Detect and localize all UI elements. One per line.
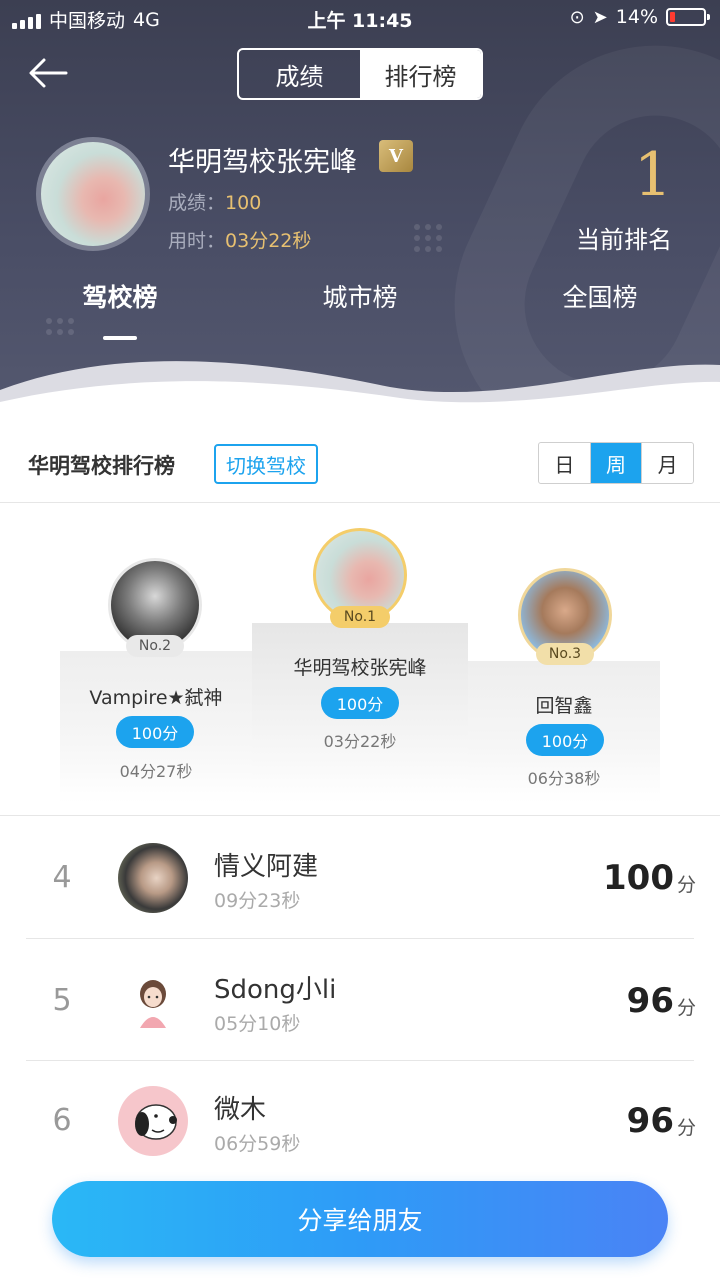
location-icon: ➤ bbox=[592, 6, 608, 28]
tab-school[interactable]: 驾校榜 bbox=[20, 278, 220, 314]
board-title: 华明驾校排行榜 bbox=[28, 454, 175, 478]
status-bar: 中国移动 4G 上午 11:45 ⊙ ➤ 14% bbox=[0, 0, 720, 36]
segment-ranking[interactable]: 排行榜 bbox=[360, 50, 481, 98]
third-time: 06分38秒 bbox=[527, 769, 601, 788]
list-item[interactable]: 5 Sdong小li 05分10秒 96 分 bbox=[0, 939, 720, 1061]
list-item[interactable]: 6 微木 06分59秒 96 分 bbox=[0, 1061, 720, 1183]
user-name: 情义阿建 bbox=[214, 852, 319, 882]
battery-icon bbox=[666, 8, 710, 26]
my-name: 华明驾校张宪峰 bbox=[168, 147, 357, 178]
user-name: Sdong小li bbox=[214, 975, 337, 1005]
my-score: 成绩：100 bbox=[168, 192, 262, 214]
user-time: 06分59秒 bbox=[214, 1133, 301, 1155]
user-score: 96 bbox=[626, 981, 674, 1021]
user-time: 09分23秒 bbox=[214, 890, 301, 912]
switch-school-button[interactable]: 切换驾校 bbox=[214, 444, 318, 484]
period-week[interactable]: 周 bbox=[590, 443, 643, 483]
profile-header: 中国移动 4G 上午 11:45 ⊙ ➤ 14% 成绩 排行榜 华明驾校张宪峰 … bbox=[0, 0, 720, 410]
user-name: 微木 bbox=[214, 1095, 267, 1125]
segment-control: 成绩 排行榜 bbox=[237, 48, 483, 100]
second-score: 100分 bbox=[116, 716, 194, 748]
avatar bbox=[118, 966, 188, 1036]
battery-percent: 14% bbox=[615, 6, 658, 28]
dots-decoration bbox=[414, 224, 442, 252]
share-button[interactable]: 分享给朋友 bbox=[52, 1181, 668, 1257]
score-unit: 分 bbox=[676, 1117, 696, 1139]
list-item[interactable]: 4 情义阿建 09分23秒 100 分 bbox=[0, 816, 720, 938]
user-time: 05分10秒 bbox=[214, 1013, 301, 1035]
my-time: 用时：03分22秒 bbox=[168, 230, 312, 252]
current-rank: 1 bbox=[633, 140, 672, 210]
tab-city[interactable]: 城市榜 bbox=[260, 278, 460, 314]
podium: No.2 Vampire★弑神 100分 04分27秒 No.1 华明驾校张宪峰… bbox=[0, 503, 720, 815]
first-time: 03分22秒 bbox=[323, 732, 397, 751]
cartoon-girl-icon bbox=[140, 980, 166, 1028]
back-arrow-icon[interactable] bbox=[28, 56, 68, 90]
avatar bbox=[118, 843, 188, 913]
third-name: 回智鑫 bbox=[535, 695, 593, 717]
period-day[interactable]: 日 bbox=[539, 443, 591, 483]
score-unit: 分 bbox=[676, 874, 696, 896]
score-unit: 分 bbox=[676, 997, 696, 1019]
first-name: 华明驾校张宪峰 bbox=[293, 657, 427, 679]
snoopy-icon bbox=[135, 1104, 177, 1140]
tab-national[interactable]: 全国榜 bbox=[500, 278, 700, 314]
period-month[interactable]: 月 bbox=[642, 443, 693, 483]
avatar bbox=[118, 1086, 188, 1156]
first-score: 100分 bbox=[321, 687, 399, 719]
rank-number: 6 bbox=[52, 1103, 72, 1138]
rank-number: 5 bbox=[52, 983, 72, 1018]
segment-score[interactable]: 成绩 bbox=[239, 50, 360, 98]
user-score: 100 bbox=[603, 858, 674, 898]
second-time: 04分27秒 bbox=[119, 762, 193, 781]
rank-tabs: 驾校榜 城市榜 全国榜 bbox=[0, 278, 720, 328]
period-selector: 日 周 月 bbox=[538, 442, 694, 484]
third-badge: No.3 bbox=[536, 643, 594, 665]
third-score: 100分 bbox=[526, 724, 604, 756]
current-rank-label: 当前排名 bbox=[576, 226, 672, 254]
rank-number: 4 bbox=[52, 860, 72, 895]
second-badge: No.2 bbox=[126, 635, 184, 657]
user-score: 96 bbox=[626, 1101, 674, 1141]
second-name: Vampire★弑神 bbox=[89, 687, 223, 709]
orientation-lock-icon: ⊙ bbox=[569, 6, 585, 28]
first-badge: No.1 bbox=[330, 606, 390, 628]
vip-badge-icon: V bbox=[379, 140, 413, 172]
wave-divider bbox=[0, 361, 720, 410]
my-avatar bbox=[36, 137, 150, 251]
